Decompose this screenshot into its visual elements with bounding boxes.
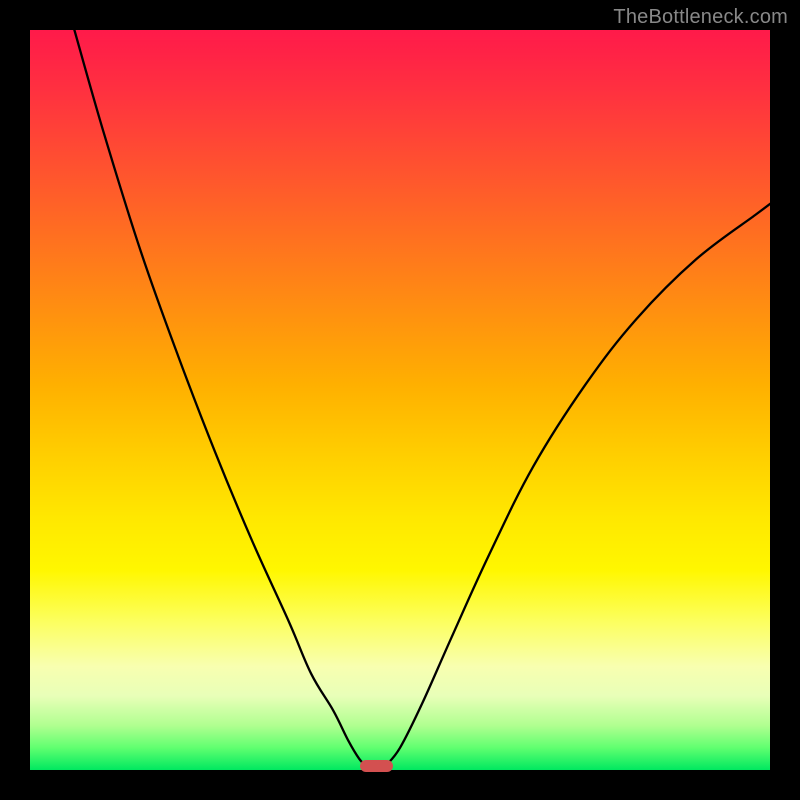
curve-left [74,30,366,766]
curve-layer [30,30,770,770]
watermark-text: TheBottleneck.com [613,6,788,29]
curve-right [385,204,770,766]
plot-area [30,30,770,770]
bottleneck-marker [360,760,393,772]
